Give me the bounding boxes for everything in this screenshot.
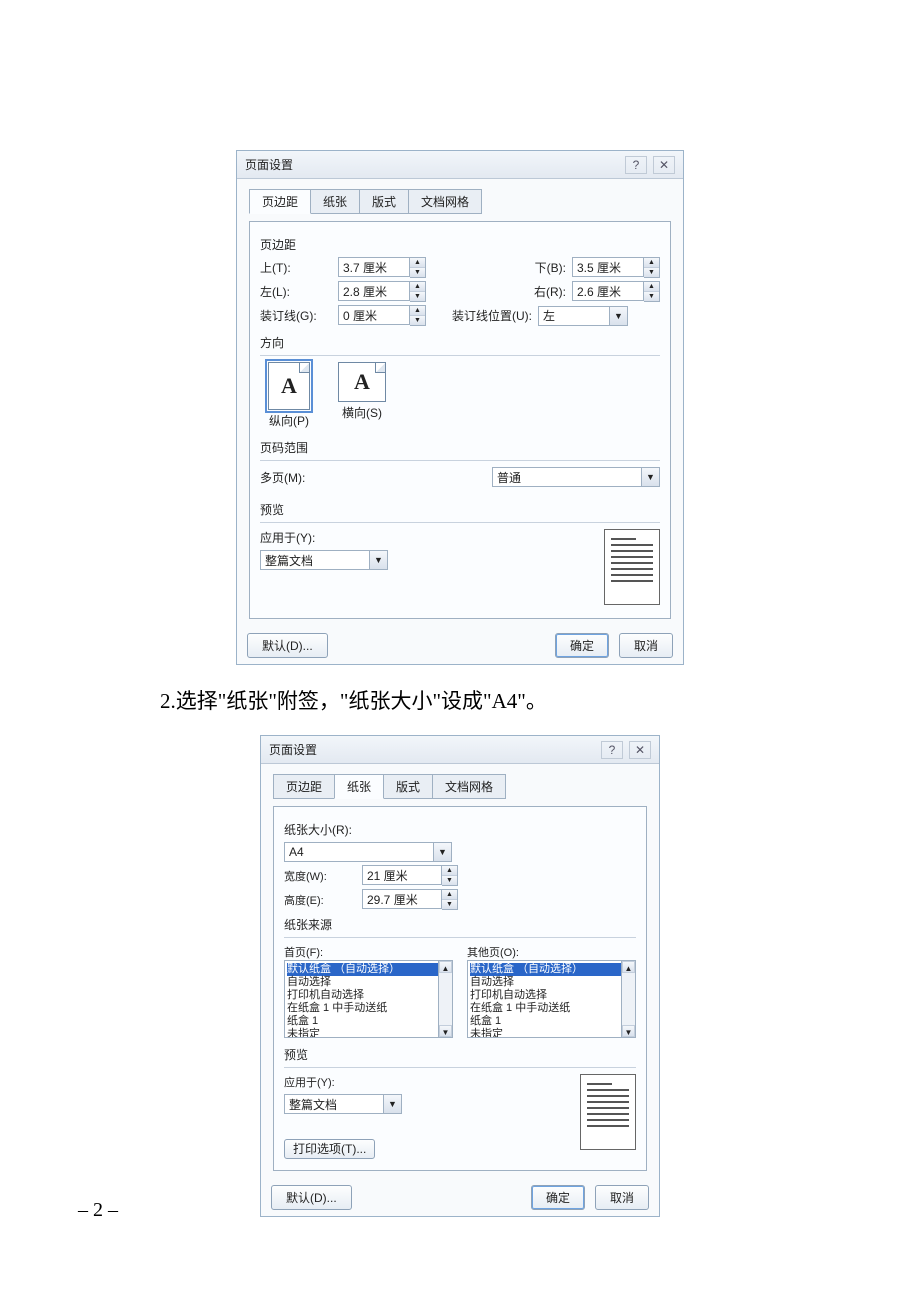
margins-group-label: 页边距 bbox=[260, 236, 660, 253]
gutter-pos-label: 装订线位置(U): bbox=[432, 307, 532, 324]
instruction-text: 2.选择"纸张"附签，"纸张大小"设成"A4"。 bbox=[160, 685, 920, 715]
width-label: 宽度(W): bbox=[284, 868, 356, 884]
tab-margins[interactable]: 页边距 bbox=[273, 774, 335, 799]
ok-button[interactable]: 确定 bbox=[555, 633, 609, 658]
list-item[interactable]: 打印机自动选择 bbox=[470, 989, 633, 1002]
preview-group-label: 预览 bbox=[260, 501, 660, 518]
margin-left-input[interactable]: 2.8 厘米 bbox=[338, 281, 410, 301]
apply-to-combo[interactable]: 整篇文档 bbox=[284, 1094, 384, 1114]
spin-buttons[interactable]: ▲▼ bbox=[410, 257, 426, 278]
apply-to-label: 应用于(Y): bbox=[260, 529, 388, 546]
spin-buttons[interactable]: ▲▼ bbox=[410, 281, 426, 302]
dropdown-icon[interactable]: ▼ bbox=[434, 842, 452, 862]
dlg1-titlebar: 页面设置 ? ✕ bbox=[237, 151, 683, 179]
spin-buttons[interactable]: ▲▼ bbox=[644, 257, 660, 278]
other-pages-listbox[interactable]: 默认纸盒 （自动选择） 自动选择 打印机自动选择 在纸盒 1 中手动送纸 纸盒 … bbox=[467, 960, 636, 1038]
margin-right-input[interactable]: 2.6 厘米 bbox=[572, 281, 644, 301]
list-item[interactable]: 在纸盒 1 中手动送纸 bbox=[287, 1002, 450, 1015]
dlg2-title: 页面设置 bbox=[269, 741, 317, 758]
margin-top-input[interactable]: 3.7 厘米 bbox=[338, 257, 410, 277]
margin-bottom-input[interactable]: 3.5 厘米 bbox=[572, 257, 644, 277]
preview-thumbnail bbox=[604, 529, 660, 605]
margin-top-label: 上(T): bbox=[260, 259, 332, 276]
dlg1-tabs: 页边距 纸张 版式 文档网格 bbox=[249, 189, 671, 214]
spin-buttons[interactable]: ▲▼ bbox=[410, 305, 426, 326]
orientation-group-label: 方向 bbox=[260, 334, 660, 351]
margin-right-label: 右(R): bbox=[510, 283, 566, 300]
list-item[interactable]: 默认纸盒 （自动选择） bbox=[287, 963, 450, 976]
tab-layout[interactable]: 版式 bbox=[359, 189, 409, 214]
tab-margins[interactable]: 页边距 bbox=[249, 189, 311, 214]
close-button[interactable]: ✕ bbox=[653, 156, 675, 174]
dropdown-icon[interactable]: ▼ bbox=[642, 467, 660, 487]
width-input[interactable]: 21 厘米 bbox=[362, 865, 442, 885]
gutter-pos-combo[interactable]: 左 bbox=[538, 306, 610, 326]
ok-button[interactable]: 确定 bbox=[531, 1185, 585, 1210]
print-options-button[interactable]: 打印选项(T)... bbox=[284, 1139, 375, 1159]
preview-thumbnail bbox=[580, 1074, 636, 1150]
list-item[interactable]: 自动选择 bbox=[287, 976, 450, 989]
cancel-button[interactable]: 取消 bbox=[619, 633, 673, 658]
paper-size-group-label: 纸张大小(R): bbox=[284, 821, 636, 838]
spin-buttons[interactable]: ▲▼ bbox=[442, 889, 458, 910]
dropdown-icon[interactable]: ▼ bbox=[610, 306, 628, 326]
dlg2-tabs: 页边距 纸张 版式 文档网格 bbox=[273, 774, 647, 799]
list-item[interactable]: 打印机自动选择 bbox=[287, 989, 450, 1002]
tab-docgrid[interactable]: 文档网格 bbox=[408, 189, 482, 214]
paper-source-group-label: 纸张来源 bbox=[284, 916, 636, 933]
first-page-listbox[interactable]: 默认纸盒 （自动选择） 自动选择 打印机自动选择 在纸盒 1 中手动送纸 纸盒 … bbox=[284, 960, 453, 1038]
list-item[interactable]: 自动选择 bbox=[470, 976, 633, 989]
margin-left-label: 左(L): bbox=[260, 283, 332, 300]
paper-size-combo[interactable]: A4 bbox=[284, 842, 434, 862]
margin-bottom-label: 下(B): bbox=[510, 259, 566, 276]
spin-buttons[interactable]: ▲▼ bbox=[644, 281, 660, 302]
orientation-portrait-label: 纵向(P) bbox=[268, 412, 310, 429]
list-item[interactable]: 在纸盒 1 中手动送纸 bbox=[470, 1002, 633, 1015]
tab-paper[interactable]: 纸张 bbox=[334, 774, 384, 799]
list-item[interactable]: 未指定 bbox=[470, 1028, 633, 1038]
list-item[interactable]: 默认纸盒 （自动选择） bbox=[470, 963, 633, 976]
help-button[interactable]: ? bbox=[601, 741, 623, 759]
default-button[interactable]: 默认(D)... bbox=[271, 1185, 352, 1210]
cancel-button[interactable]: 取消 bbox=[595, 1185, 649, 1210]
height-input[interactable]: 29.7 厘米 bbox=[362, 889, 442, 909]
dlg2-titlebar: 页面设置 ? ✕ bbox=[261, 736, 659, 764]
gutter-input[interactable]: 0 厘米 bbox=[338, 305, 410, 325]
first-page-label: 首页(F): bbox=[284, 944, 453, 960]
default-button[interactable]: 默认(D)... bbox=[247, 633, 328, 658]
list-item[interactable]: 纸盒 1 bbox=[287, 1015, 450, 1028]
orientation-portrait[interactable]: A 纵向(P) bbox=[268, 362, 310, 429]
list-item[interactable]: 未指定 bbox=[287, 1028, 450, 1038]
dropdown-icon[interactable]: ▼ bbox=[384, 1094, 402, 1114]
dlg1-title: 页面设置 bbox=[245, 156, 293, 173]
page-number: – 2 – bbox=[78, 1199, 118, 1222]
apply-to-combo[interactable]: 整篇文档 bbox=[260, 550, 370, 570]
tab-paper[interactable]: 纸张 bbox=[310, 189, 360, 214]
orientation-landscape-label: 横向(S) bbox=[338, 404, 386, 421]
multipage-label: 多页(M): bbox=[260, 469, 332, 486]
preview-group-label: 预览 bbox=[284, 1046, 636, 1063]
other-pages-label: 其他页(O): bbox=[467, 944, 636, 960]
tab-docgrid[interactable]: 文档网格 bbox=[432, 774, 506, 799]
orientation-landscape[interactable]: A 横向(S) bbox=[338, 362, 386, 429]
height-label: 高度(E): bbox=[284, 892, 356, 908]
list-item[interactable]: 纸盒 1 bbox=[470, 1015, 633, 1028]
dropdown-icon[interactable]: ▼ bbox=[370, 550, 388, 570]
page-range-group-label: 页码范围 bbox=[260, 439, 660, 456]
apply-to-label: 应用于(Y): bbox=[284, 1074, 402, 1090]
tab-layout[interactable]: 版式 bbox=[383, 774, 433, 799]
multipage-combo[interactable]: 普通 bbox=[492, 467, 642, 487]
spin-buttons[interactable]: ▲▼ bbox=[442, 865, 458, 886]
help-button[interactable]: ? bbox=[625, 156, 647, 174]
close-button[interactable]: ✕ bbox=[629, 741, 651, 759]
gutter-label: 装订线(G): bbox=[260, 307, 332, 324]
